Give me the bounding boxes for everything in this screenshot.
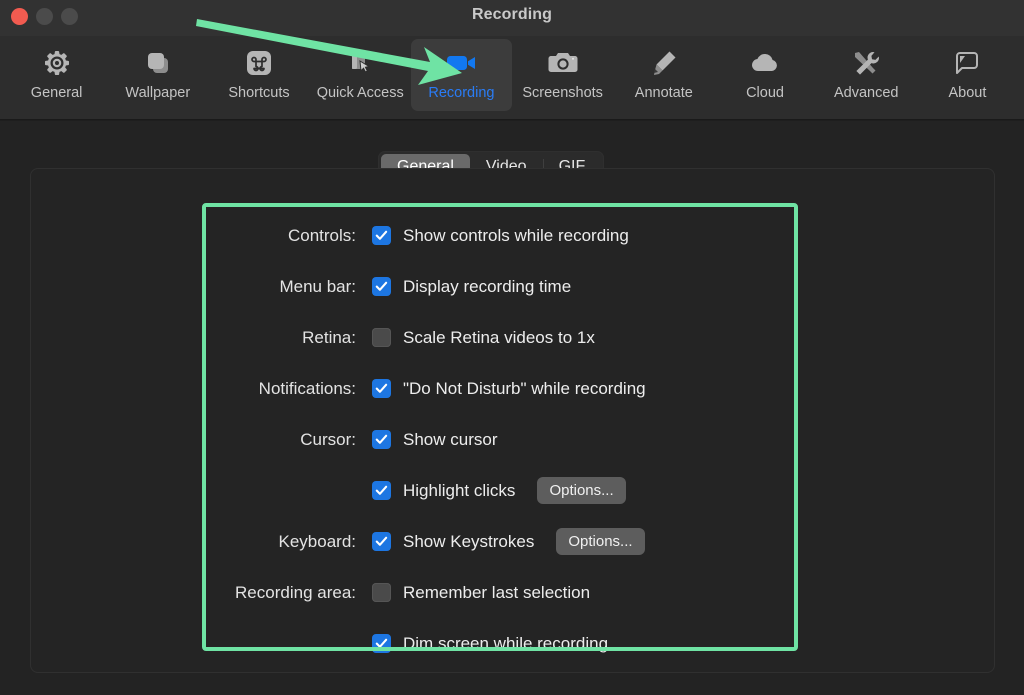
settings-row-menu-bar: Menu bar: Display recording time xyxy=(0,261,1024,312)
settings-row-retina: Retina: Scale Retina videos to 1x xyxy=(0,312,1024,363)
show-keystrokes-options-button[interactable]: Options... xyxy=(556,528,644,555)
checkmark-icon xyxy=(375,535,388,548)
toolbar-item-label: Quick Access xyxy=(317,85,404,101)
checkmark-icon xyxy=(375,484,388,497)
wallpaper-icon xyxy=(142,46,174,80)
row-label: Menu bar: xyxy=(0,277,372,297)
settings-row-controls: Controls: Show controls while recording xyxy=(0,210,1024,261)
toolbar-item-wallpaper[interactable]: Wallpaper xyxy=(107,39,208,111)
checkbox-label[interactable]: Show Keystrokes xyxy=(403,532,534,552)
toolbar-item-label: Cloud xyxy=(746,85,784,101)
speech-bubble-icon xyxy=(953,46,981,80)
checkbox-label[interactable]: Dim screen while recording xyxy=(403,634,608,654)
toolbar-item-label: About xyxy=(948,85,986,101)
recording-settings-form: Controls: Show controls while recording … xyxy=(0,210,1024,669)
row-label: Notifications: xyxy=(0,379,372,399)
cloud-icon xyxy=(749,46,781,80)
settings-row-recording-area: Recording area: Remember last selection xyxy=(0,567,1024,618)
row-label: Retina: xyxy=(0,328,372,348)
toolbar-item-general[interactable]: General xyxy=(6,39,107,111)
checkbox-label[interactable]: Show cursor xyxy=(403,430,497,450)
window-title: Recording xyxy=(0,6,1024,24)
checkbox-dim-screen-while-recording[interactable] xyxy=(372,634,391,653)
settings-row-keyboard: Keyboard: Show Keystrokes Options... xyxy=(0,516,1024,567)
toolbar-item-label: Recording xyxy=(428,85,494,101)
checkmark-icon xyxy=(375,229,388,242)
row-label: Cursor: xyxy=(0,430,372,450)
toolbar-item-label: Annotate xyxy=(635,85,693,101)
toolbar-item-label: Wallpaper xyxy=(125,85,190,101)
checkbox-remember-last-selection[interactable] xyxy=(372,583,391,602)
checkbox-label[interactable]: Scale Retina videos to 1x xyxy=(403,328,595,348)
highlight-clicks-options-button[interactable]: Options... xyxy=(537,477,625,504)
command-key-icon xyxy=(244,46,274,80)
toolbar-item-shortcuts[interactable]: Shortcuts xyxy=(208,39,309,111)
checkbox-label[interactable]: Show controls while recording xyxy=(403,226,629,246)
settings-row-highlight-clicks: Highlight clicks Options... xyxy=(0,465,1024,516)
wrench-screwdriver-icon xyxy=(850,46,882,80)
checkbox-display-recording-time[interactable] xyxy=(372,277,391,296)
checkbox-show-cursor[interactable] xyxy=(372,430,391,449)
checkbox-highlight-clicks[interactable] xyxy=(372,481,391,500)
row-label: Recording area: xyxy=(0,583,372,603)
toolbar-item-annotate[interactable]: Annotate xyxy=(613,39,714,111)
app-window: Recording General Wallpaper xyxy=(0,0,1024,695)
video-camera-icon xyxy=(444,46,478,80)
toolbar-item-quick-access[interactable]: Quick Access xyxy=(310,39,411,111)
preferences-toolbar: General Wallpaper Shortcuts xyxy=(0,36,1024,120)
checkbox-show-controls-while-recording[interactable] xyxy=(372,226,391,245)
toolbar-item-label: General xyxy=(31,85,83,101)
checkbox-show-keystrokes[interactable] xyxy=(372,532,391,551)
settings-row-notifications: Notifications: "Do Not Disturb" while re… xyxy=(0,363,1024,414)
checkbox-label[interactable]: Highlight clicks xyxy=(403,481,515,501)
checkmark-icon xyxy=(375,433,388,446)
toolbar-item-advanced[interactable]: Advanced xyxy=(816,39,917,111)
checkbox-label[interactable]: Display recording time xyxy=(403,277,571,297)
settings-row-cursor: Cursor: Show cursor xyxy=(0,414,1024,465)
settings-row-dim-screen: Dim screen while recording xyxy=(0,618,1024,669)
toolbar-item-label: Advanced xyxy=(834,85,899,101)
quick-access-icon xyxy=(345,46,375,80)
toolbar-item-cloud[interactable]: Cloud xyxy=(714,39,815,111)
checkbox-label[interactable]: Remember last selection xyxy=(403,583,590,603)
marker-pen-icon xyxy=(649,46,679,80)
camera-icon xyxy=(547,46,579,80)
toolbar-item-screenshots[interactable]: Screenshots xyxy=(512,39,613,111)
row-label: Keyboard: xyxy=(0,532,372,552)
gear-icon xyxy=(42,46,72,80)
toolbar-item-label: Shortcuts xyxy=(228,85,289,101)
row-label: Controls: xyxy=(0,226,372,246)
checkbox-scale-retina-videos[interactable] xyxy=(372,328,391,347)
checkbox-do-not-disturb-while-recording[interactable] xyxy=(372,379,391,398)
toolbar-item-recording[interactable]: Recording xyxy=(411,39,512,111)
title-bar: Recording xyxy=(0,0,1024,36)
checkmark-icon xyxy=(375,280,388,293)
toolbar-item-label: Screenshots xyxy=(522,85,603,101)
checkmark-icon xyxy=(375,382,388,395)
toolbar-item-about[interactable]: About xyxy=(917,39,1018,111)
checkbox-label[interactable]: "Do Not Disturb" while recording xyxy=(403,379,646,399)
checkmark-icon xyxy=(375,637,388,650)
